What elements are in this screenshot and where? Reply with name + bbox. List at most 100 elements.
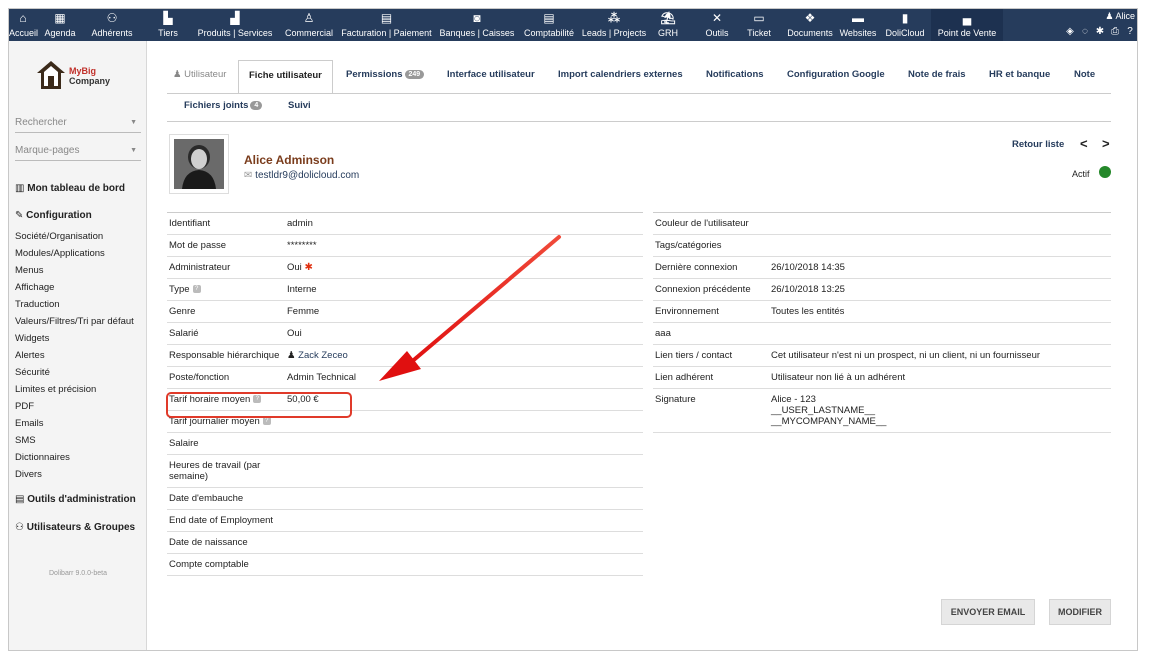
sidebar-item-dictionaries[interactable]: Dictionnaires bbox=[15, 452, 70, 463]
help-icon[interactable]: ? bbox=[253, 395, 262, 404]
topmenu-grh[interactable]: ⛱ GRH bbox=[654, 9, 682, 41]
topmenu-adherents[interactable]: ⚇ Adhérents bbox=[81, 9, 143, 41]
previous-record-arrow[interactable]: < bbox=[1080, 136, 1088, 151]
topmenu-label: Point de Vente bbox=[937, 28, 997, 38]
sidebar-admin-tools[interactable]: ▤ Outils d'administration bbox=[15, 494, 136, 505]
sidebar-item-display[interactable]: Affichage bbox=[15, 282, 54, 293]
help-icon[interactable]: ? bbox=[1124, 26, 1136, 38]
field-value: admin bbox=[285, 212, 643, 235]
user-icon: ♟ bbox=[173, 69, 185, 80]
app-window: ⌂ Accueil ▦ Agenda ⚇ Adhérents ▙ Tiers ▟ Prod… bbox=[8, 8, 1138, 651]
search-select[interactable]: Rechercher ▼ bbox=[15, 117, 141, 133]
field-row: Type? Interne bbox=[167, 278, 643, 301]
topmenu-comptabilite[interactable]: ▤ Comptabilité bbox=[520, 9, 578, 41]
tab-note[interactable]: Note bbox=[1074, 69, 1095, 80]
topmenu-facturation[interactable]: ▤ Facturation | Paiement bbox=[339, 9, 434, 41]
sidebar-users-groups[interactable]: ⚇ Utilisateurs & Groupes bbox=[15, 522, 135, 533]
field-row: Poste/fonction Admin Technical bbox=[167, 366, 643, 389]
topmenu-accueil[interactable]: ⌂ Accueil bbox=[9, 9, 38, 41]
tab-attached-files[interactable]: Fichiers joints 4 bbox=[184, 100, 263, 111]
help-icon[interactable]: ? bbox=[192, 285, 201, 294]
tab-divider bbox=[167, 93, 1111, 94]
sidebar-item-defaults[interactable]: Valeurs/Filtres/Tri par défaut bbox=[15, 316, 134, 327]
modify-button[interactable]: MODIFIER bbox=[1049, 599, 1111, 625]
tab-expense-notes[interactable]: Note de frais bbox=[908, 69, 966, 80]
sidebar-item-menus[interactable]: Menus bbox=[15, 265, 44, 276]
sidebar-item-security[interactable]: Sécurité bbox=[15, 367, 50, 378]
tab-hr-bank[interactable]: HR et banque bbox=[989, 69, 1050, 80]
tab-import-calendars[interactable]: Import calendriers externes bbox=[558, 69, 683, 80]
field-row: Tags/catégories bbox=[653, 234, 1111, 257]
tab-notifications[interactable]: Notifications bbox=[706, 69, 764, 80]
topmenu-pos[interactable]: ▄ Point de Vente bbox=[931, 9, 1003, 41]
field-value: ******** bbox=[285, 234, 643, 257]
sidebar-item-limits[interactable]: Limites et précision bbox=[15, 384, 96, 395]
chat-icon[interactable]: ◌ bbox=[1079, 26, 1091, 38]
home-icon: ⌂ bbox=[19, 11, 27, 25]
field-label: Lien adhérent bbox=[653, 366, 769, 389]
topmenu-label: Adhérents bbox=[91, 28, 133, 38]
field-row: End date of Employment bbox=[167, 509, 643, 532]
topmenu-websites[interactable]: ▬ Websites bbox=[836, 9, 880, 41]
help-icon[interactable]: ? bbox=[262, 417, 271, 426]
bug-icon[interactable]: ✱ bbox=[1094, 26, 1106, 38]
chart-icon: ▥ bbox=[15, 183, 28, 194]
topmenu-label: Websites bbox=[839, 28, 877, 38]
bookmarks-select[interactable]: Marque-pages ▼ bbox=[15, 145, 141, 161]
back-to-list-link[interactable]: Retour liste bbox=[1012, 139, 1064, 150]
field-value: Oui bbox=[285, 322, 643, 345]
tab-fiche-utilisateur[interactable]: Fiche utilisateur bbox=[238, 60, 333, 94]
topmenu-label: Comptabilité bbox=[523, 28, 575, 38]
field-label: Dernière connexion bbox=[653, 256, 769, 279]
field-row: Signature Alice - 123 __USER_LASTNAME__ __M… bbox=[653, 388, 1111, 433]
tab-suivi[interactable]: Suivi bbox=[288, 100, 311, 111]
sidebar-item-alerts[interactable]: Alertes bbox=[15, 350, 45, 361]
signature-value: Alice - 123 __USER_LASTNAME__ __MYCOMPANY_… bbox=[769, 388, 1111, 433]
next-record-arrow[interactable]: > bbox=[1102, 136, 1110, 151]
field-value bbox=[769, 234, 1111, 257]
tab-interface[interactable]: Interface utilisateur bbox=[447, 69, 535, 80]
topmenu-agenda[interactable]: ▦ Agenda bbox=[41, 9, 79, 41]
superadmin-star-icon: ✱ bbox=[304, 262, 313, 273]
sidebar-item-emails[interactable]: Emails bbox=[15, 418, 44, 429]
topmenu-tiers[interactable]: ▙ Tiers bbox=[155, 9, 181, 41]
send-email-button[interactable]: ENVOYER EMAIL bbox=[941, 599, 1035, 625]
topmenu-outils[interactable]: ✕ Outils bbox=[702, 9, 732, 41]
tab-utilisateur[interactable]: ♟ Utilisateur bbox=[173, 69, 226, 80]
topmenu-label: GRH bbox=[658, 28, 678, 38]
user-photo[interactable] bbox=[169, 134, 229, 194]
field-row: Compte comptable bbox=[167, 553, 643, 576]
topmenu-produits[interactable]: ▟ Produits | Services bbox=[192, 9, 278, 41]
projects-icon: ⁂ bbox=[607, 11, 621, 25]
multicompany-icon[interactable]: ◈ bbox=[1064, 26, 1076, 38]
sidebar-item-sms[interactable]: SMS bbox=[15, 435, 36, 446]
sidebar-item-modules[interactable]: Modules/Applications bbox=[15, 248, 105, 259]
field-row: Date d'embauche bbox=[167, 487, 643, 510]
sidebar-item-translation[interactable]: Traduction bbox=[15, 299, 60, 310]
sidebar-item-company[interactable]: Société/Organisation bbox=[15, 231, 103, 242]
sidebar-item-widgets[interactable]: Widgets bbox=[15, 333, 49, 344]
user-email[interactable]: ✉ testldr9@dolicloud.com bbox=[244, 170, 359, 181]
topmenu-commercial[interactable]: ♙ Commercial bbox=[280, 9, 338, 41]
topmenu-ticket[interactable]: ▭ Ticket bbox=[744, 9, 774, 41]
sidebar-configuration[interactable]: ✎ Configuration bbox=[15, 210, 92, 221]
field-label: Lien tiers / contact bbox=[653, 344, 769, 367]
websites-icon: ▬ bbox=[852, 11, 864, 25]
tab-google[interactable]: Configuration Google bbox=[787, 69, 885, 80]
wrench-icon: ✎ bbox=[15, 210, 27, 221]
field-row: Administrateur Oui ✱ bbox=[167, 256, 643, 279]
sidebar-dashboard[interactable]: ▥ Mon tableau de bord bbox=[15, 183, 125, 194]
logged-user[interactable]: ♟ Alice bbox=[1105, 11, 1135, 22]
tab-permissions[interactable]: Permissions 249 bbox=[346, 69, 425, 80]
topmenu-label: Agenda bbox=[44, 28, 76, 38]
topmenu-documents[interactable]: ❖ Documents bbox=[784, 9, 836, 41]
field-row: Identifiant admin bbox=[167, 212, 643, 235]
print-icon[interactable]: ⎙ bbox=[1109, 26, 1121, 38]
topmenu-dolicloud[interactable]: ▮ DoliCloud bbox=[881, 9, 929, 41]
supervisor-link[interactable]: ♟ Zack Zeceo bbox=[285, 344, 643, 367]
sidebar-item-misc[interactable]: Divers bbox=[15, 469, 42, 480]
topmenu-projects[interactable]: ⁂ Leads | Projects bbox=[580, 9, 648, 41]
company-logo[interactable]: MyBig Company bbox=[35, 59, 125, 93]
topmenu-banques[interactable]: ◙ Banques | Caisses bbox=[436, 9, 518, 41]
sidebar-item-pdf[interactable]: PDF bbox=[15, 401, 34, 412]
